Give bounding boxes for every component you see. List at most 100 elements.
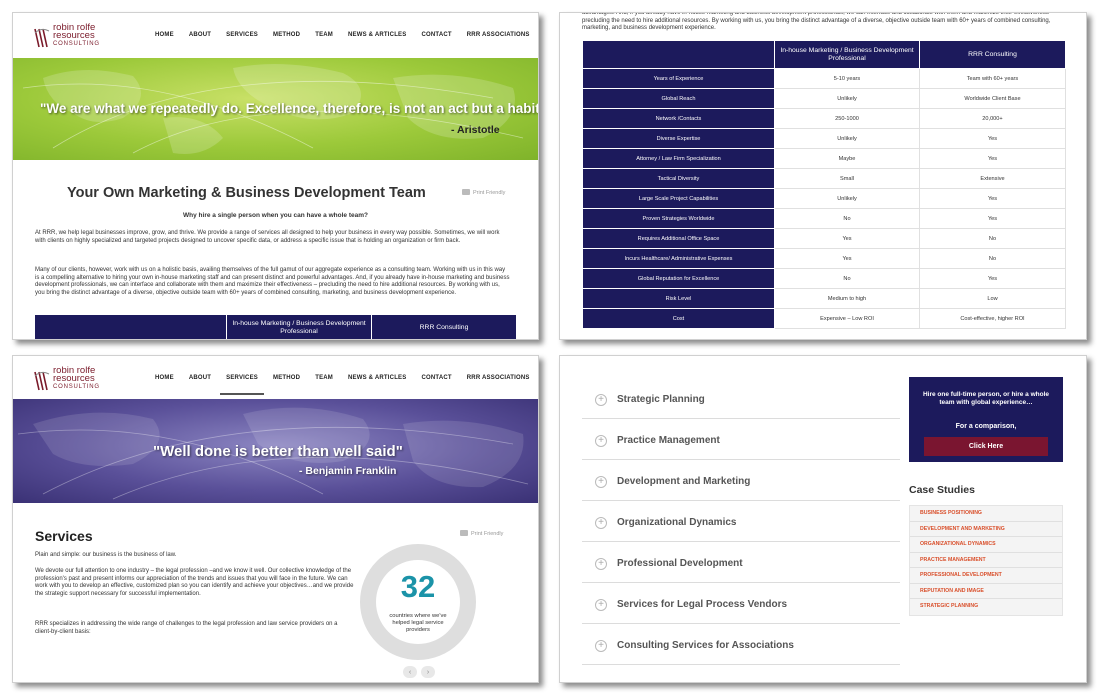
print-friendly-label: Print Friendly [471,531,504,537]
print-friendly-label: Print Friendly [473,190,506,196]
nav-team[interactable]: TEAM [315,32,333,38]
plus-circle-icon[interactable]: + [595,640,607,652]
nav-associations[interactable]: RRR ASSOCIATIONS [467,375,530,381]
plus-circle-icon[interactable]: + [595,394,607,406]
nav-home[interactable]: HOME [155,375,174,381]
table-row: Proven Strategies Worldwide No Yes [582,208,1066,229]
plus-circle-icon[interactable]: + [595,476,607,488]
print-friendly-link[interactable]: Print Friendly [460,530,503,537]
table-row: Global Reach Unlikely Worldwide Client Bas… [582,88,1066,109]
screenshot-marketing-team: robin rolfe resources CONSULTING HOME AB… [12,12,539,340]
accordion-item[interactable]: + Consulting Services for Associations [582,624,900,665]
screenshot-services-list: + Strategic Planning + Practice Management +… [559,355,1087,683]
accordion-item-label: Professional Development [617,558,743,569]
case-study-link[interactable]: BUSINESS POSITIONING [910,506,1062,522]
table-row: Incurs Healthcare/ Administrative Expens… [582,248,1066,269]
services-specialize-paragraph: RRR specializes in addressing the wide r… [35,621,338,635]
stat-counter: 32 countries where we've helped legal se… [358,542,478,662]
table-header-blank [35,315,227,339]
case-study-link[interactable]: PRACTICE MANAGEMENT [910,553,1062,568]
logo-line3: CONSULTING [53,384,100,390]
accordion-item[interactable]: + Practice Management [582,419,900,460]
table-row: Large Scale Project Capabilities Unlikely… [582,188,1066,209]
rrr-cell: Cost-effective, higher ROI [919,308,1066,329]
inhouse-cell: 5-10 years [774,68,920,89]
row-label-cell: Attorney / Law Firm Specialization [582,148,775,169]
row-label-cell: Proven Strategies Worldwide [582,208,775,229]
hero-quote: "We are what we repeatedly do. Excellenc… [40,101,538,116]
nav-method[interactable]: METHOD [273,32,300,38]
screenshot-services: robin rolfe resources CONSULTING HOME AB… [12,355,539,683]
nav-contact[interactable]: CONTACT [421,32,451,38]
case-study-link[interactable]: DEVELOPMENT AND MARKETING [910,522,1062,537]
rrr-cell: Yes [919,148,1066,169]
accordion-item-label: Organizational Dynamics [617,517,737,528]
prev-arrow-icon[interactable]: ‹ [403,666,417,678]
accordion-item-label: Services for Legal Process Vendors [617,599,788,610]
logo[interactable]: robin rolfe resources CONSULTING [33,366,115,396]
case-study-link[interactable]: PROFESSIONAL DEVELOPMENT [910,568,1062,584]
row-label-cell: Years of Experience [582,68,775,89]
plus-circle-icon[interactable]: + [595,517,607,529]
print-friendly-link[interactable]: Print Friendly [462,189,505,196]
intro-paragraph-tail: advantages. And, if you already have in-… [582,12,1054,32]
plus-circle-icon[interactable]: + [595,558,607,570]
logo[interactable]: robin rolfe resources CONSULTING [33,23,115,53]
nav-services[interactable]: SERVICES [226,32,258,38]
nav-associations[interactable]: RRR ASSOCIATIONS [467,32,530,38]
nav-home[interactable]: HOME [155,32,174,38]
table-row: Requires Additional Office Space Yes No [582,228,1066,249]
rrr-cell: 20,000+ [919,108,1066,129]
inhouse-cell: Small [774,168,920,189]
nav-news[interactable]: NEWS & ARTICLES [348,375,406,381]
plus-circle-icon[interactable]: + [595,435,607,447]
case-study-link[interactable]: ORGANIZATIONAL DYNAMICS [910,537,1062,553]
case-studies-title: Case Studies [909,484,975,496]
next-arrow-icon[interactable]: › [421,666,435,678]
main-nav: HOME ABOUT SERVICES METHOD TEAM NEWS & A… [155,32,538,38]
accordion-item[interactable]: + Strategic Planning [582,378,900,419]
inhouse-cell: Unlikely [774,128,920,149]
logo-mark-icon [34,28,50,48]
accordion-item[interactable]: + Organizational Dynamics [582,501,900,542]
table-row: Tactical Diversity Small Extensive [582,168,1066,189]
hero-quote: "Well done is better than well said" [153,443,403,460]
table-row: Global Reputation for Excellence No Yes [582,268,1066,289]
nav-team[interactable]: TEAM [315,375,333,381]
case-study-link[interactable]: REPUTATION AND IMAGE [910,584,1062,599]
click-here-button[interactable]: Click Here [924,437,1048,456]
accordion-item[interactable]: + Development and Marketing [582,460,900,501]
table-row: Network /Contacts 250-1000 20,000+ [582,108,1066,129]
table-header-blank [582,40,775,69]
nav-about[interactable]: ABOUT [189,32,211,38]
rrr-cell: Team with 60+ years [919,68,1066,89]
inhouse-cell: Medium to high [774,288,920,309]
inhouse-cell: No [774,268,920,289]
accordion-item[interactable]: + Services for Legal Process Vendors [582,583,900,624]
plus-circle-icon[interactable]: + [595,599,607,611]
services-body-paragraph: We devote our full attention to one indu… [35,568,354,597]
printer-icon [462,189,470,195]
page-title: Services [35,528,93,544]
nav-about[interactable]: ABOUT [189,375,211,381]
nav-news[interactable]: NEWS & ARTICLES [348,32,406,38]
accordion-item-label: Strategic Planning [617,394,705,405]
stat-number: 32 [400,569,436,604]
rrr-cell: Yes [919,268,1066,289]
promo-subtext: For a comparison, [955,423,1017,430]
inhouse-cell: Yes [774,228,920,249]
site-header: robin rolfe resources CONSULTING HOME AB… [13,356,538,401]
nav-contact[interactable]: CONTACT [421,375,451,381]
comparison-table-body: Years of Experience 5-10 years Team with 6… [582,68,1066,329]
case-study-link[interactable]: STRATEGIC PLANNING [910,599,1062,615]
row-label-cell: Risk Level [582,288,775,309]
nav-services[interactable]: SERVICES [220,375,264,395]
comparison-promo-box: Hire one full-time person, or hire a who… [909,377,1063,462]
table-row: Diverse Expertise Unlikely Yes [582,128,1066,149]
rrr-cell: Yes [919,188,1066,209]
rrr-cell: Yes [919,128,1066,149]
nav-method[interactable]: METHOD [273,375,300,381]
accordion-item[interactable]: + Professional Development [582,542,900,583]
accordion-item-label: Consulting Services for Associations [617,640,794,651]
intro-paragraph: At RRR, we help legal businesses improve… [35,230,500,244]
